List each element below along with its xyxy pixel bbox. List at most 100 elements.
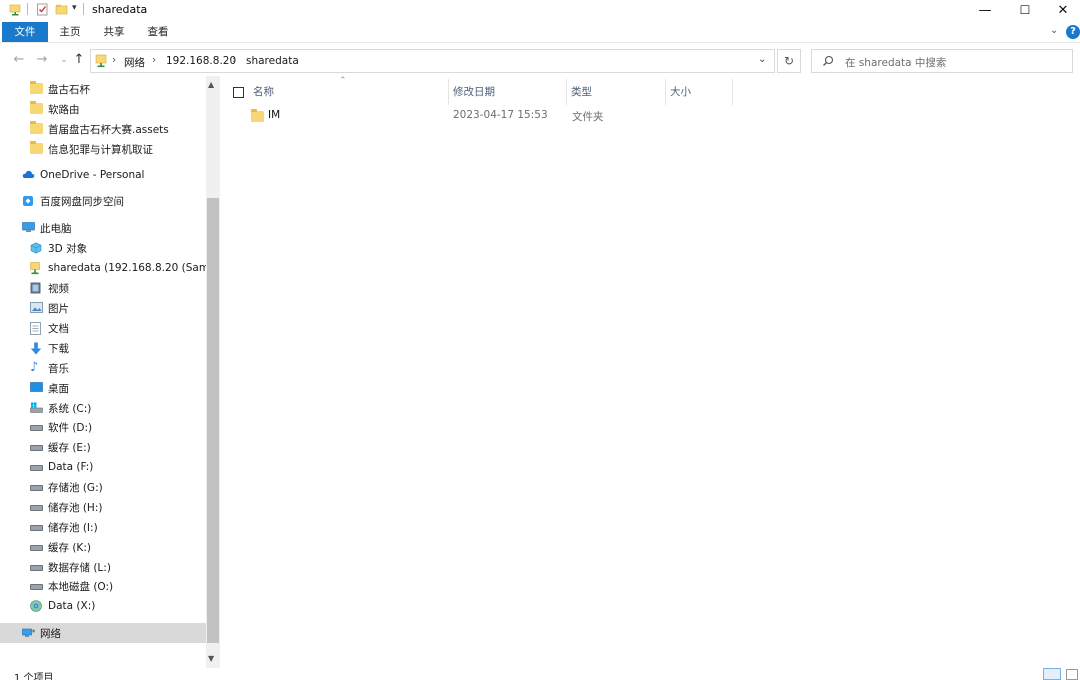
nav-item-drive-g[interactable]: 存储池 (G:) [0, 477, 206, 497]
address-bar[interactable]: › 网络 › 192.168.8.20 › sharedata ⌄ [90, 49, 775, 73]
tab-file[interactable]: 文件 [2, 22, 48, 42]
nav-item-drive-c[interactable]: 系统 (C:) [0, 398, 206, 418]
nav-item-label: 软路由 [48, 103, 80, 116]
refresh-button[interactable]: ↻ [777, 49, 801, 73]
nav-item-forensics[interactable]: 信息犯罪与计算机取证 [0, 139, 206, 159]
nav-item-drive-l[interactable]: 数据存储 (L:) [0, 557, 206, 577]
nav-item-label: 首届盘古石杯大赛.assets [48, 123, 169, 136]
large-icons-view-icon[interactable] [1066, 669, 1078, 680]
nav-item-drive-f[interactable]: Data (F:) [0, 457, 206, 477]
item-count: 1 个项目 [14, 673, 54, 680]
breadcrumb-separator[interactable]: › [152, 54, 156, 66]
network-folder-icon[interactable] [9, 3, 22, 16]
desktop-icon [30, 382, 43, 394]
table-row[interactable]: IM 2023-04-17 15:53 文件夹 [220, 106, 733, 126]
nav-item-music[interactable]: ♪ 音乐 [0, 358, 206, 378]
nav-item-soft-router[interactable]: 软路由 [0, 99, 206, 119]
nav-item-drive-x[interactable]: Data (X:) [0, 596, 206, 616]
nav-item-label: 文档 [48, 322, 69, 335]
nav-item-label: 桌面 [48, 382, 69, 395]
nav-item-label: sharedata (192.168.8.20 (Samba c [48, 262, 206, 274]
nav-item-drive-d[interactable]: 软件 (D:) [0, 417, 206, 437]
nav-scrollbar[interactable]: ▲ ▼ [206, 76, 220, 668]
recent-locations-icon[interactable]: ⌄ [56, 52, 72, 68]
column-header-row: 名称 修改日期 类型 大小 [220, 79, 733, 105]
scroll-down-icon[interactable]: ▼ [208, 654, 214, 663]
search-placeholder[interactable]: 在 sharedata 中搜索 [845, 55, 946, 70]
nav-item-drive-o[interactable]: 本地磁盘 (O:) [0, 576, 206, 596]
tab-view[interactable]: 查看 [140, 22, 176, 42]
expand-ribbon-icon[interactable]: ⌄ [1050, 25, 1058, 36]
select-all-checkbox[interactable] [233, 87, 244, 98]
up-button[interactable]: ↑ [71, 52, 87, 68]
nav-item-label: 缓存 (K:) [48, 541, 91, 554]
nav-item-label: 缓存 (E:) [48, 441, 91, 454]
breadcrumb-network[interactable]: 网络 [124, 55, 145, 70]
details-view-icon[interactable] [1043, 668, 1061, 680]
nav-item-contest-assets[interactable]: 首届盘古石杯大赛.assets [0, 119, 206, 139]
network-icon [22, 627, 36, 639]
nav-item-label: 音乐 [48, 362, 69, 375]
nav-item-label: 软件 (D:) [48, 421, 93, 434]
nav-item-label: Data (F:) [48, 461, 94, 473]
forward-button[interactable]: → [34, 52, 50, 68]
properties-icon[interactable] [36, 3, 49, 16]
maximize-button[interactable]: ☐ [1006, 0, 1044, 20]
optical-drive-icon [30, 600, 43, 612]
music-icon: ♪ [30, 360, 39, 375]
file-list: ⌃ 名称 修改日期 类型 大小 IM 2023-04-17 15:53 文件夹 [220, 76, 1080, 668]
nav-item-downloads[interactable]: 下载 [0, 338, 206, 358]
nav-item-pangushi-cup[interactable]: 盘古石杯 [0, 79, 206, 99]
nav-item-pictures[interactable]: 图片 [0, 298, 206, 318]
baidu-netdisk-icon [22, 195, 35, 207]
help-icon[interactable]: ? [1066, 25, 1080, 39]
drive-icon [30, 580, 43, 592]
close-icon: ✕ [1057, 2, 1069, 18]
nav-item-this-pc[interactable]: 此电脑 [0, 218, 206, 238]
address-history-dropdown-icon[interactable]: ⌄ [758, 54, 766, 65]
tab-home[interactable]: 主页 [52, 22, 88, 42]
nav-item-label: 盘古石杯 [48, 83, 90, 96]
drive-icon [30, 441, 43, 453]
new-folder-icon[interactable] [55, 3, 68, 16]
nav-item-desktop[interactable]: 桌面 [0, 378, 206, 398]
nav-item-drive-i[interactable]: 储存池 (I:) [0, 517, 206, 537]
tab-share[interactable]: 共享 [96, 22, 132, 42]
close-button[interactable]: ✕ [1044, 0, 1080, 20]
customize-quick-access-dropdown-icon[interactable]: ▾ [72, 3, 77, 13]
breadcrumb-host[interactable]: 192.168.8.20 [166, 55, 236, 67]
column-header-name[interactable]: 名称 [249, 79, 449, 105]
drive-icon [30, 461, 43, 473]
breadcrumb-separator[interactable]: › [112, 54, 116, 66]
nav-item-label: Data (X:) [48, 600, 96, 612]
nav-item-drive-h[interactable]: 储存池 (H:) [0, 497, 206, 517]
folder-icon [251, 109, 264, 125]
file-type: 文件夹 [572, 111, 604, 123]
scroll-up-icon[interactable]: ▲ [208, 80, 214, 89]
navigation-pane: 盘古石杯 软路由 首届盘古石杯大赛.assets 信息犯罪与计算机取证 OneD… [0, 76, 220, 668]
nav-item-documents[interactable]: 文档 [0, 318, 206, 338]
search-icon [822, 55, 834, 70]
nav-item-videos[interactable]: 视频 [0, 278, 206, 298]
breadcrumb-separator[interactable]: › [232, 54, 236, 66]
refresh-icon: ↻ [783, 54, 795, 68]
folder-icon [30, 141, 43, 155]
nav-item-drive-e[interactable]: 缓存 (E:) [0, 437, 206, 457]
nav-item-label: 下载 [48, 342, 69, 355]
column-header-modified[interactable]: 修改日期 [449, 79, 567, 105]
back-button[interactable]: ← [11, 52, 27, 68]
breadcrumb-sharedata[interactable]: sharedata [246, 55, 299, 67]
nav-item-baidu-netdisk[interactable]: 百度网盘同步空间 [0, 191, 206, 211]
qa-separator [27, 3, 28, 15]
column-header-size[interactable]: 大小 [666, 79, 733, 105]
search-box[interactable]: 在 sharedata 中搜索 [811, 49, 1073, 73]
nav-item-network[interactable]: 网络 [0, 623, 206, 643]
nav-item-drive-k[interactable]: 缓存 (K:) [0, 537, 206, 557]
nav-item-3d-objects[interactable]: 3D 对象 [0, 238, 206, 258]
minimize-button[interactable]: — [966, 0, 1004, 20]
scroll-thumb[interactable] [207, 198, 219, 643]
nav-item-sharedata-drive[interactable]: sharedata (192.168.8.20 (Samba c [0, 258, 206, 278]
column-header-type[interactable]: 类型 [567, 79, 666, 105]
nav-item-label: OneDrive - Personal [40, 169, 145, 181]
nav-item-onedrive[interactable]: OneDrive - Personal [0, 165, 206, 185]
